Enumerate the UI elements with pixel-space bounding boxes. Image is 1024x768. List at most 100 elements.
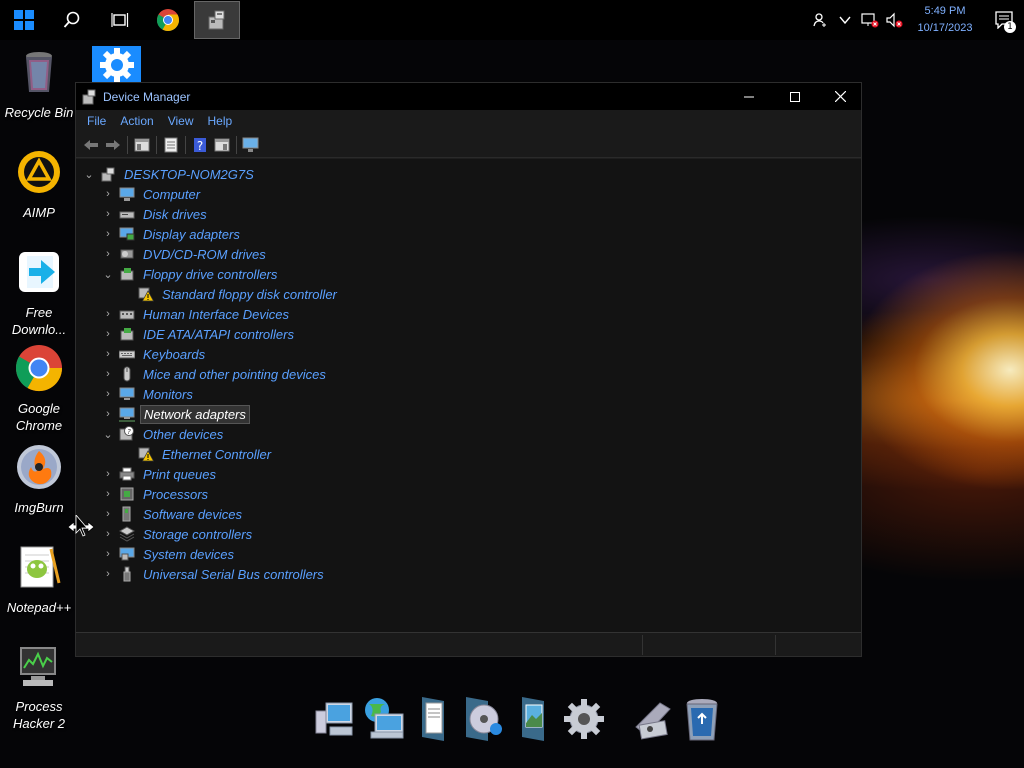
title-bar[interactable]: Device Manager [76,83,861,110]
tree-node-disk-drives[interactable]: › Disk drives [101,204,210,224]
toolbar: ? [76,132,861,158]
tree-node-other-devices[interactable]: ⌄ ? Other devices [101,424,226,444]
dock-item-recycle-bin[interactable] [678,694,726,744]
tree-node-human-interface-devices[interactable]: › Human Interface Devices [101,304,292,324]
action-pane-button[interactable] [211,134,233,156]
back-arrow-icon [84,139,98,150]
chevron-right-icon[interactable]: › [101,544,115,564]
tree-node-standard-floppy-disk-controller[interactable]: Standard floppy disk controller [120,284,340,304]
tree-node-mice[interactable]: › Mice and other pointing devices [101,364,329,384]
dock-item-control-panel[interactable] [628,694,676,744]
chevron-right-icon[interactable]: › [101,484,115,504]
settings-shortcut[interactable] [92,46,141,84]
forward-button[interactable] [102,134,124,156]
hid-icon [119,310,135,320]
task-view-icon [111,13,129,27]
scan-hardware-changes-button[interactable] [240,134,262,156]
tree-node-ide-ata-atapi-controllers[interactable]: › IDE ATA/ATAPI controllers [101,324,297,344]
show-hidden-icons-button[interactable] [832,0,858,40]
dock-item-media[interactable] [460,694,508,744]
tree-root-label: DESKTOP-NOM2G7S [124,166,254,182]
start-button[interactable] [0,0,48,40]
taskbar-device-manager-button[interactable] [194,1,240,39]
chevron-down-icon[interactable]: ⌄ [82,164,96,184]
chevron-right-icon[interactable]: › [101,204,115,224]
chevron-down-icon[interactable]: ⌄ [101,264,115,284]
network-status-button[interactable] [858,0,882,40]
tree-node-ethernet-controller[interactable]: Ethernet Controller [120,444,274,464]
tree-node-print-queues[interactable]: › Print queues [101,464,219,484]
maximize-button[interactable] [772,83,818,110]
minimize-button[interactable] [726,83,772,110]
desktop-icon-imgburn[interactable]: ImgBurn [0,443,78,516]
desktop-icon-process-hacker[interactable]: Process Hacker 2 [0,642,78,732]
tree-node-system-devices[interactable]: › System devices [101,544,237,564]
tree-node-processors[interactable]: › Processors [101,484,211,504]
close-button[interactable] [817,83,863,110]
toolbar-separator [156,135,157,154]
chevron-right-icon[interactable]: › [101,504,115,524]
volume-button[interactable] [882,0,906,40]
desktop-icon-google-chrome[interactable]: Google Chrome [0,344,78,434]
tree-node-software-devices[interactable]: › Software devices [101,504,245,524]
help-button[interactable]: ? [189,134,211,156]
taskbar-chrome-button[interactable] [144,0,192,40]
dock-item-settings[interactable] [560,694,608,744]
tree-node-dvd-cd-rom-drives[interactable]: › DVD/CD-ROM drives [101,244,269,264]
desktop-icon-free-download-manager[interactable]: Free Downlo... [0,248,78,338]
chevron-right-icon[interactable]: › [101,384,115,404]
tree-node-computer[interactable]: › Computer [101,184,203,204]
pictures-folder-icon [522,697,544,741]
back-button[interactable] [80,134,102,156]
chevron-right-icon[interactable]: › [101,304,115,324]
menu-action[interactable]: Action [113,114,160,128]
action-center-button[interactable]: 1 [984,0,1024,40]
dock-item-documents[interactable] [410,694,458,744]
chevron-right-icon[interactable]: › [101,344,115,364]
tree-node-display-adapters[interactable]: › Display adapters [101,224,243,244]
show-hide-console-tree-button[interactable] [131,134,153,156]
tree-node-network-adapters[interactable]: › Network adapters [101,404,250,424]
dock-item-computer[interactable] [310,694,358,744]
tree-node-keyboards[interactable]: › Keyboards [101,344,208,364]
menu-view[interactable]: View [161,114,201,128]
clock[interactable]: 5:49 PM 10/17/2023 [906,3,984,37]
tree-node-label: Storage controllers [143,526,253,542]
svg-text:?: ? [197,139,203,153]
volume-muted-icon [886,12,903,28]
chevron-right-icon[interactable]: › [101,364,115,384]
chevron-right-icon[interactable]: › [101,244,115,264]
chevron-right-icon[interactable]: › [101,564,115,584]
chevron-right-icon[interactable]: › [101,524,115,544]
menu-file[interactable]: File [80,114,113,128]
people-button[interactable] [808,0,832,40]
documents-folder-icon [422,697,444,741]
dock-item-network[interactable] [360,694,408,744]
chevron-right-icon[interactable]: › [101,184,115,204]
menu-help[interactable]: Help [201,114,240,128]
chevron-right-icon[interactable]: › [101,404,115,424]
status-bar-pane [642,635,775,655]
chevron-right-icon[interactable]: › [101,464,115,484]
desktop-icon-aimp[interactable]: AIMP [0,148,78,221]
search-button[interactable] [48,0,96,40]
chrome-icon [15,345,63,392]
tree-node-usb-controllers[interactable]: › Universal Serial Bus controllers [101,564,327,584]
tree-root[interactable]: ⌄ DESKTOP-NOM2G7S [82,164,257,184]
desktop-icon-recycle-bin[interactable]: Recycle Bin [0,48,78,121]
dock-item-pictures[interactable] [510,694,558,744]
chevron-right-icon[interactable]: › [101,324,115,344]
forward-arrow-icon [106,139,120,150]
tree-node-monitors[interactable]: › Monitors [101,384,196,404]
tree-node-storage-controllers[interactable]: › Storage controllers [101,524,255,544]
chrome-icon [157,9,179,31]
status-bar-pane [775,635,861,655]
maximize-icon [790,91,800,102]
tree-node-floppy-drive-controllers[interactable]: ⌄ Floppy drive controllers [101,264,280,284]
properties-button[interactable] [160,134,182,156]
chevron-down-icon[interactable]: ⌄ [101,424,115,444]
chevron-right-icon[interactable]: › [101,224,115,244]
task-view-button[interactable] [96,0,144,40]
desktop-icon-notepad-plus-plus[interactable]: Notepad++ [0,543,78,616]
desktop-icon-label: ImgBurn [14,500,64,515]
